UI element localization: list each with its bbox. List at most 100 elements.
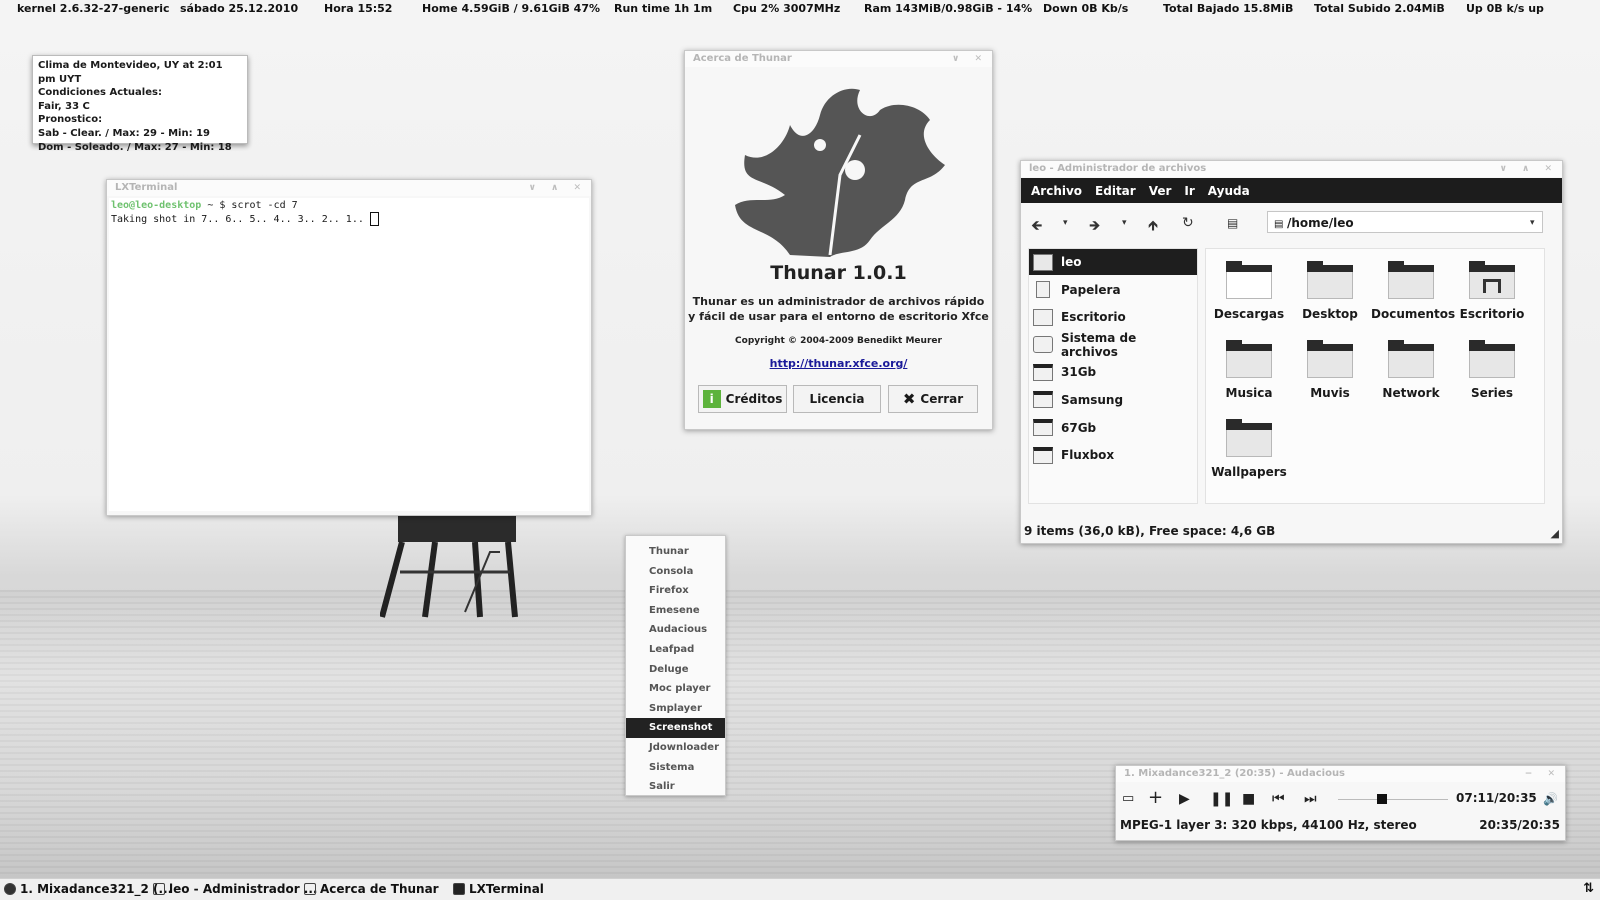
close-label: Cerrar	[920, 392, 964, 406]
menu-item-firefox[interactable]: Firefox	[626, 581, 725, 601]
menu-item-moc-player[interactable]: Moc player	[626, 679, 725, 699]
file-item-descargas[interactable]: Descargas	[1209, 261, 1289, 321]
seek-bar[interactable]	[1338, 794, 1448, 804]
chevron-down-icon[interactable]: ▾	[1530, 218, 1535, 228]
file-label: Wallpapers	[1211, 465, 1287, 479]
open-folder-icon[interactable]: ▭	[1122, 791, 1134, 806]
file-item-wallpapers[interactable]: Wallpapers	[1209, 419, 1289, 479]
file-item-escritorio[interactable]: Escritorio	[1452, 261, 1532, 321]
sidebar-item-leo[interactable]: leo	[1029, 249, 1197, 275]
credits-button[interactable]: i Créditos	[698, 385, 787, 413]
conky-down: Down 0B Kb/s	[1043, 2, 1129, 15]
reload-icon[interactable]: ↻	[1182, 215, 1194, 231]
menu-item-sistema[interactable]: Sistema	[626, 758, 725, 778]
weather-line: Clima de Montevideo, UY at 2:01 pm UYT	[38, 60, 223, 85]
task-label: Acerca de Thunar	[320, 882, 439, 896]
terminal-titlebar[interactable]: LXTerminal ∨ ∧ ✕	[107, 180, 591, 196]
task-lxterminal[interactable]: LXTerminal	[453, 882, 544, 896]
menu-item-audacious[interactable]: Audacious	[626, 620, 725, 640]
audacious-window[interactable]: 1. Mixadance321_2 (20:35) - Audacious − …	[1115, 765, 1566, 841]
sidebar-item-papelera[interactable]: Papelera	[1029, 277, 1197, 303]
network-tray-icon[interactable]: ⇅	[1583, 881, 1594, 896]
conky-up: Up 0B k/s up	[1466, 2, 1544, 15]
window-title: Acerca de Thunar	[693, 53, 792, 64]
conky-runtime: Run time 1h 1m	[614, 2, 713, 15]
sidebar-item-label: Samsung	[1061, 392, 1124, 407]
previous-icon[interactable]: ⏮	[1272, 791, 1285, 807]
folder-icon	[1226, 340, 1272, 378]
next-icon[interactable]: ⏭	[1304, 791, 1317, 807]
description-line: y fácil de usar para el entorno de escri…	[688, 310, 989, 323]
menu-ver[interactable]: Ver	[1149, 184, 1172, 198]
add-icon[interactable]: +	[1148, 787, 1163, 808]
about-url-link[interactable]: http://thunar.xfce.org/	[685, 357, 992, 370]
menu-item-jdownloader[interactable]: Jdownloader	[626, 738, 725, 758]
seek-knob[interactable]	[1376, 794, 1387, 804]
menu-editar[interactable]: Editar	[1095, 184, 1136, 198]
stop-icon[interactable]: ■	[1242, 791, 1255, 807]
menu-item-leafpad[interactable]: Leafpad	[626, 640, 725, 660]
file-item-series[interactable]: Series	[1452, 340, 1532, 400]
chevron-down-icon[interactable]: ▾	[1063, 218, 1068, 228]
menu-item-screenshot[interactable]: Screenshot	[626, 718, 725, 738]
weather-line: Fair, 33 C	[38, 100, 90, 112]
file-item-network[interactable]: Network	[1371, 340, 1451, 400]
menu-item-salir[interactable]: Salir	[626, 777, 725, 797]
credits-label: Créditos	[725, 392, 783, 406]
sidebar-item-samsung[interactable]: Samsung	[1029, 387, 1197, 413]
file-item-muvis[interactable]: Muvis	[1290, 340, 1370, 400]
sidebar-item-escritorio[interactable]: Escritorio	[1029, 304, 1197, 330]
chevron-down-icon[interactable]: ▾	[1122, 218, 1127, 228]
menu-ir[interactable]: Ir	[1184, 184, 1194, 198]
about-dialog[interactable]: Acerca de Thunar ∨ ✕ Thunar 1.0.1 Thunar…	[684, 50, 993, 430]
menu-item-smplayer[interactable]: Smplayer	[626, 699, 725, 719]
window-controls[interactable]: − ✕	[1525, 766, 1561, 782]
terminal-output[interactable]: leo@leo-desktop ~ $ scrot -cd 7 Taking s…	[109, 198, 589, 511]
prompt-user: leo@leo-desktop	[111, 200, 202, 211]
up-arrow-icon[interactable]: 🡹	[1148, 215, 1158, 239]
about-titlebar[interactable]: Acerca de Thunar ∨ ✕	[685, 51, 992, 67]
menu-item-consola[interactable]: Consola	[626, 562, 725, 582]
location-bar[interactable]: ▤ /home/leo	[1267, 211, 1543, 233]
file-manager-window[interactable]: leo - Administrador de archivos ∨ ∧ ✕ Ar…	[1020, 160, 1563, 544]
task-audacious[interactable]: 1. Mixadance321_2 (...	[4, 882, 172, 896]
window-controls[interactable]: ∨ ✕	[952, 51, 988, 67]
folder-icon	[1226, 261, 1272, 299]
license-button[interactable]: Licencia	[793, 385, 881, 413]
back-arrow-icon[interactable]: 🡸	[1031, 215, 1042, 239]
task-about-thunar[interactable]: Acerca de Thunar	[304, 882, 439, 896]
desktop-icon	[1033, 308, 1053, 326]
play-icon[interactable]: ▶	[1179, 791, 1190, 807]
menu-item-emesene[interactable]: Emesene	[626, 601, 725, 621]
menu-item-thunar[interactable]: Thunar	[626, 542, 725, 562]
task-label: leo - Administrador ...	[169, 882, 318, 896]
audacious-titlebar[interactable]: 1. Mixadance321_2 (20:35) - Audacious − …	[1116, 766, 1565, 782]
sidebar-item-sistema[interactable]: Sistema de archivos	[1029, 331, 1197, 359]
close-button[interactable]: ✖ Cerrar	[888, 385, 978, 413]
sidebar-item-fluxbox[interactable]: Fluxbox	[1029, 442, 1197, 468]
folder-icon	[1469, 340, 1515, 378]
task-file-manager[interactable]: leo - Administrador ...	[153, 882, 317, 896]
file-view: Descargas Desktop Documentos Escritorio …	[1205, 248, 1545, 504]
forward-arrow-icon[interactable]: 🡺	[1089, 215, 1100, 239]
menu-archivo[interactable]: Archivo	[1031, 184, 1082, 198]
file-manager-titlebar[interactable]: leo - Administrador de archivos ∨ ∧ ✕	[1021, 161, 1562, 177]
terminal-window[interactable]: LXTerminal ∨ ∧ ✕ leo@leo-desktop ~ $ scr…	[106, 179, 592, 516]
sidebar-item-31gb[interactable]: 31Gb	[1029, 359, 1197, 385]
task-label: 1. Mixadance321_2 (...	[20, 882, 173, 896]
window-controls[interactable]: ∨ ∧ ✕	[529, 180, 587, 196]
sidebar-item-67gb[interactable]: 67Gb	[1029, 415, 1197, 441]
file-item-documentos[interactable]: Documentos	[1371, 261, 1455, 321]
file-item-musica[interactable]: Musica	[1209, 340, 1289, 400]
menu-ayuda[interactable]: Ayuda	[1208, 184, 1250, 198]
weather-line: Condiciones Actuales:	[38, 87, 162, 99]
conky-time: Hora 15:52	[324, 2, 393, 15]
volume-icon[interactable]: 🔊	[1543, 792, 1558, 806]
weather-widget: Clima de Montevideo, UY at 2:01 pm UYT C…	[32, 55, 248, 153]
resize-grip-icon[interactable]: ◢	[1551, 527, 1559, 540]
pause-icon[interactable]: ❚❚	[1210, 791, 1233, 807]
file-item-desktop[interactable]: Desktop	[1290, 261, 1370, 321]
window-controls[interactable]: ∨ ∧ ✕	[1500, 161, 1558, 177]
menu-item-deluge[interactable]: Deluge	[626, 660, 725, 680]
home-folder-icon[interactable]: ▤	[1227, 216, 1238, 230]
